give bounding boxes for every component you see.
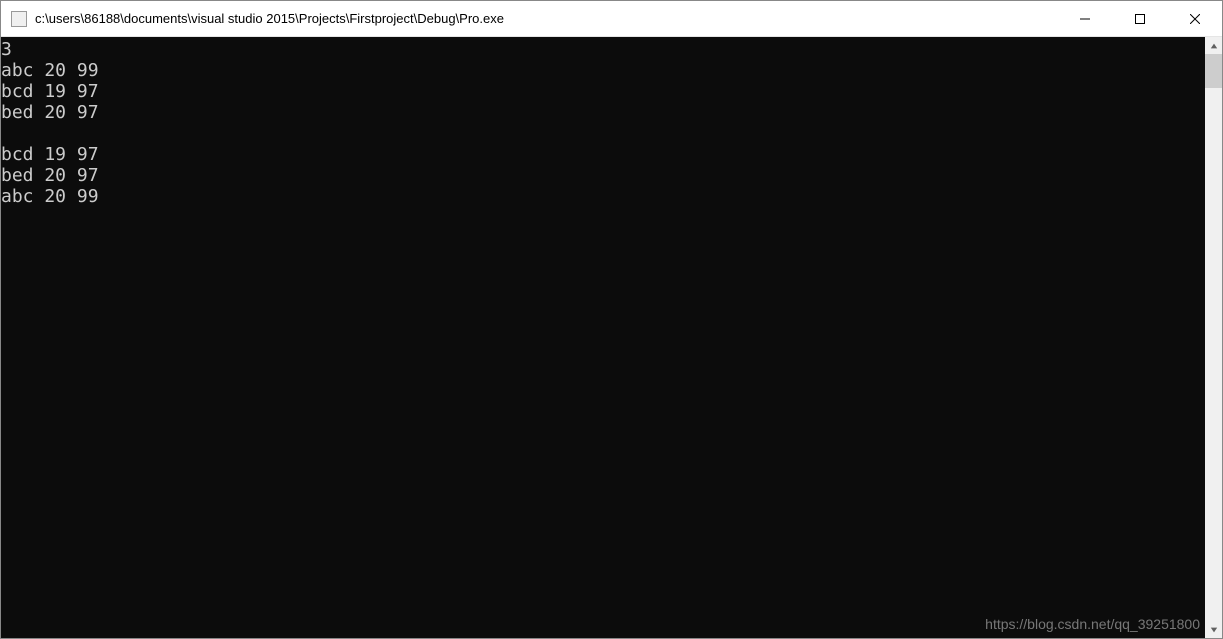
chevron-up-icon [1210,42,1218,50]
chevron-down-icon [1210,626,1218,634]
maximize-icon [1135,14,1145,24]
app-icon [11,11,27,27]
maximize-button[interactable] [1112,1,1167,36]
console-body: 3 abc 20 99 bcd 19 97 bed 20 97 bcd 19 9… [1,37,1222,638]
console-output[interactable]: 3 abc 20 99 bcd 19 97 bed 20 97 bcd 19 9… [1,37,1205,638]
scrollbar-thumb[interactable] [1205,54,1222,88]
scroll-up-button[interactable] [1205,37,1222,54]
vertical-scrollbar[interactable] [1205,37,1222,638]
close-button[interactable] [1167,1,1222,36]
close-icon [1190,14,1200,24]
titlebar[interactable]: c:\users\86188\documents\visual studio 2… [1,1,1222,37]
minimize-button[interactable] [1057,1,1112,36]
window-controls [1057,1,1222,36]
console-window: c:\users\86188\documents\visual studio 2… [0,0,1223,639]
scroll-down-button[interactable] [1205,621,1222,638]
window-title: c:\users\86188\documents\visual studio 2… [35,11,1057,26]
scrollbar-track[interactable] [1205,54,1222,621]
minimize-icon [1080,14,1090,24]
